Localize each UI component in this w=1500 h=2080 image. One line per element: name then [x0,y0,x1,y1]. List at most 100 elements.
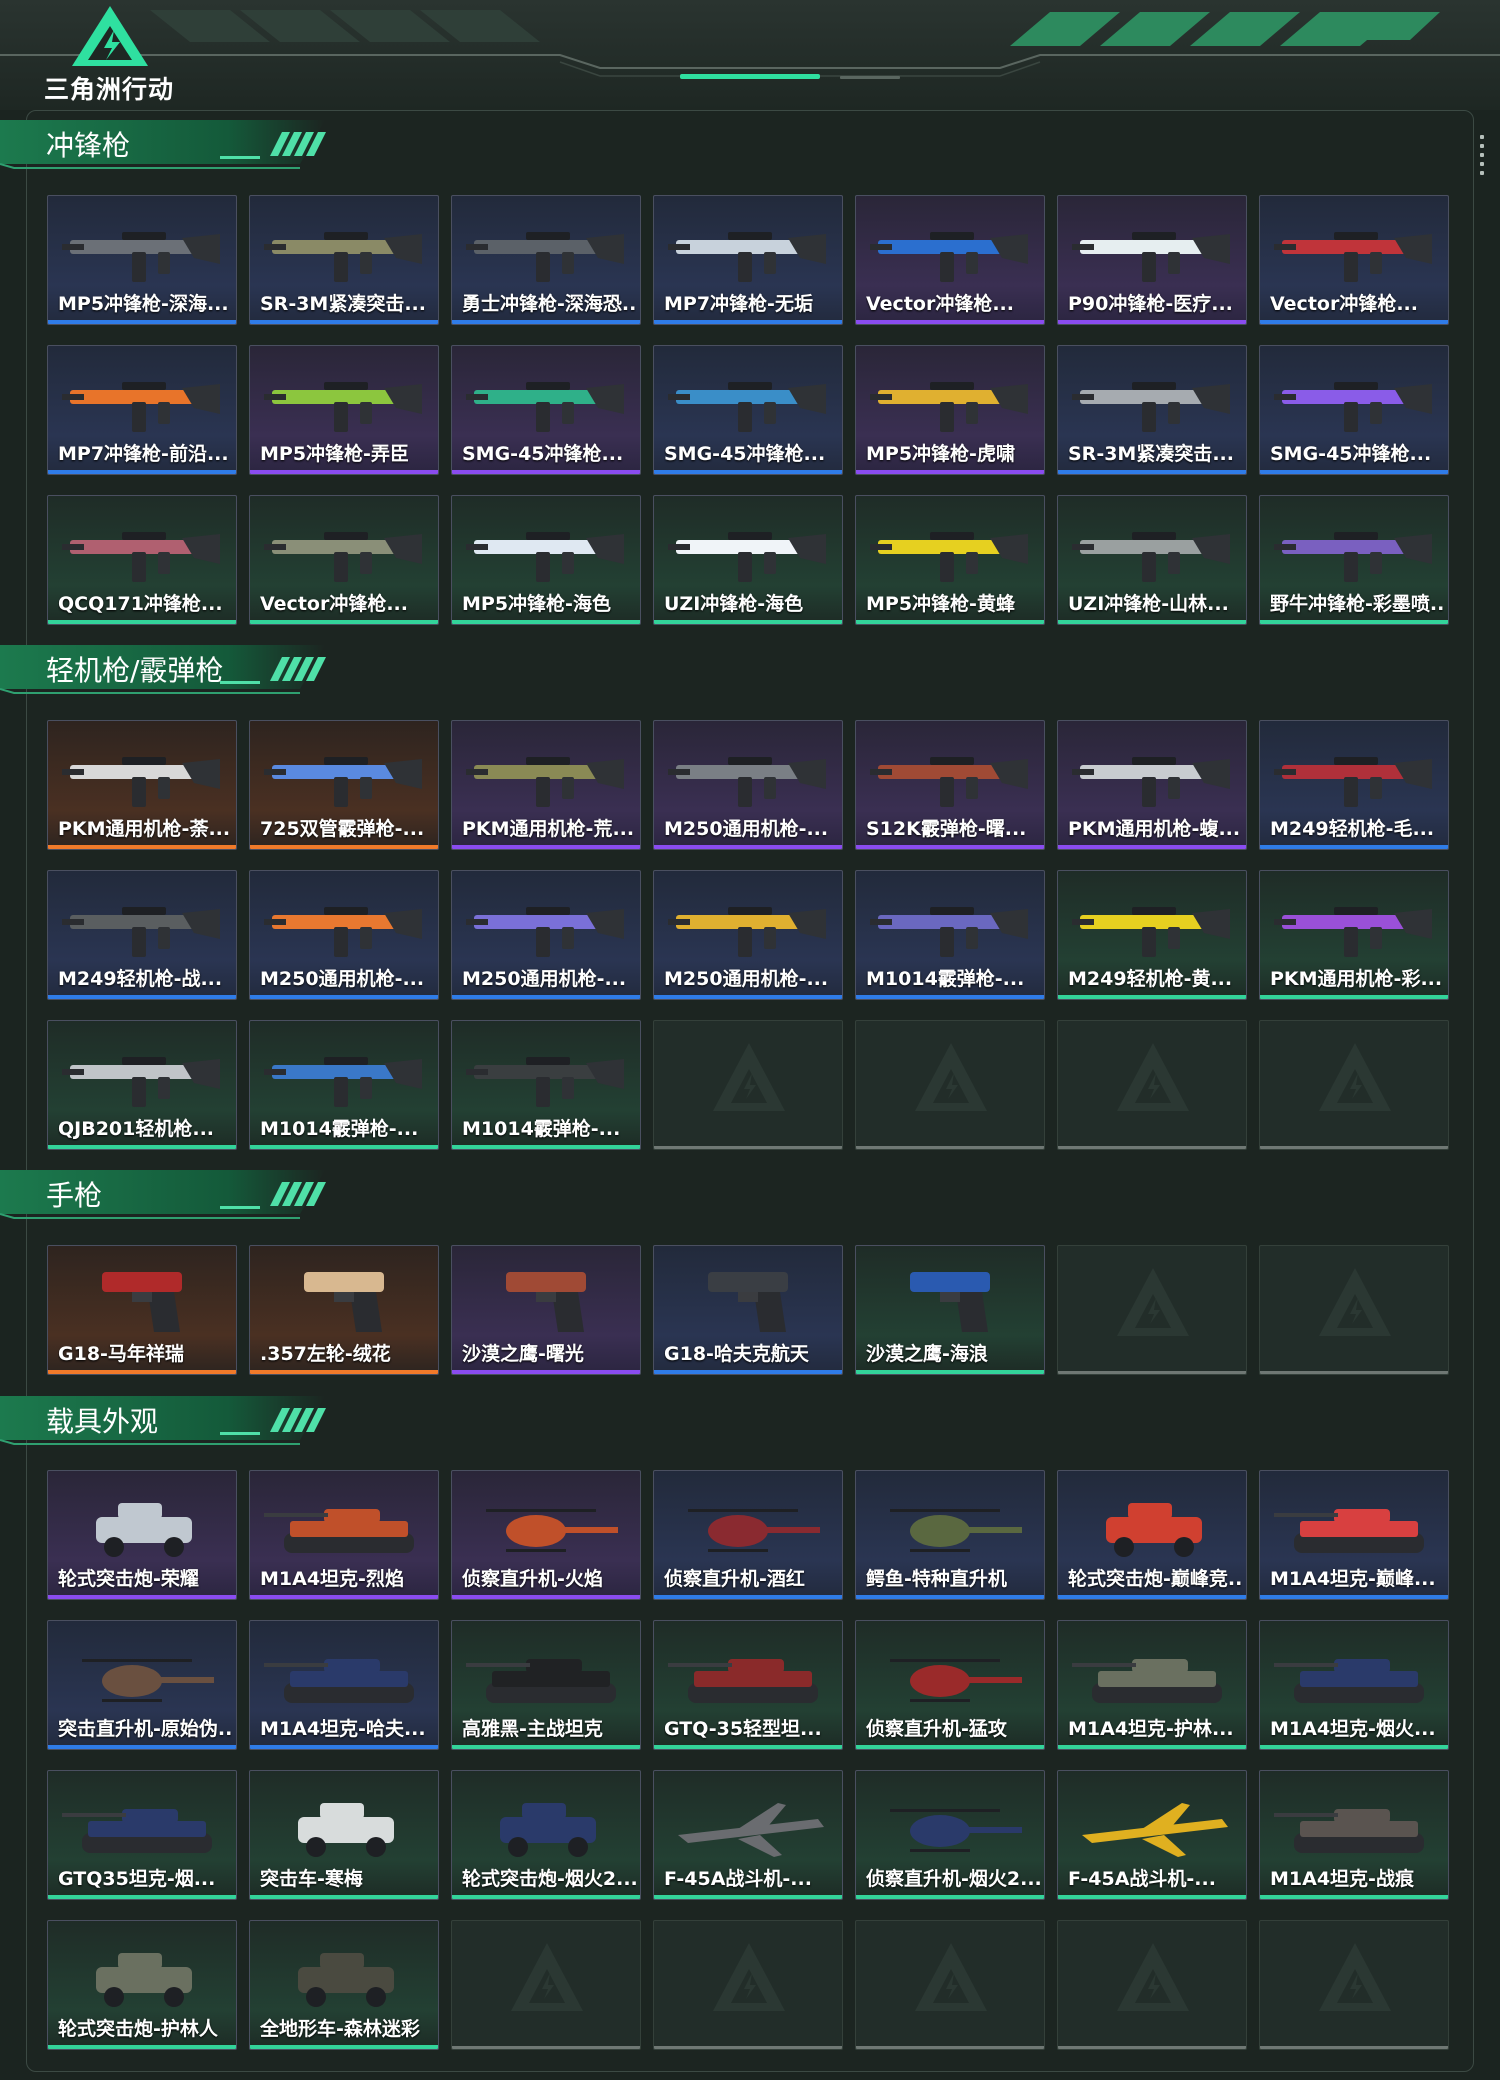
rarity-bar [452,845,640,849]
gun-icon [870,232,1028,282]
skin-card[interactable]: 沙漠之鹰-曙光 [451,1245,641,1375]
skin-card[interactable]: MP5冲锋枪-黄蜂 [855,495,1045,625]
skin-card[interactable]: MP5冲锋枪-虎啸 [855,345,1045,475]
skin-name: M1014霰弹枪-... [866,968,1025,990]
rarity-bar [48,995,236,999]
skin-card[interactable]: SMG-45冲锋枪... [451,345,641,475]
skin-card[interactable]: M1A4坦克-哈夫... [249,1620,439,1750]
skin-card[interactable]: UZI冲锋枪-海色 [653,495,843,625]
skin-card[interactable]: M1014霰弹枪-... [855,870,1045,1000]
tank-icon [1274,1509,1424,1553]
empty-slot [1057,1245,1247,1375]
skin-card[interactable]: M249轻机枪-毛... [1259,720,1449,850]
skin-card[interactable]: M250通用机枪-... [249,870,439,1000]
rarity-bar [654,620,842,624]
skin-card[interactable]: 沙漠之鹰-海浪 [855,1245,1045,1375]
skin-card[interactable]: M1A4坦克-护林... [1057,1620,1247,1750]
rarity-bar [856,2046,1044,2049]
skin-card[interactable]: Vector冲锋枪... [1259,195,1449,325]
skin-card[interactable]: M1A4坦克-烟火... [1259,1620,1449,1750]
skin-card[interactable]: M1A4坦克-战痕 [1259,1770,1449,1900]
gun-icon [1072,382,1230,432]
skin-card[interactable]: 侦察直升机-猛攻 [855,1620,1045,1750]
skin-card[interactable]: 突击直升机-原始伪... [47,1620,237,1750]
skin-card[interactable]: 突击车-寒梅 [249,1770,439,1900]
empty-slot [451,1920,641,2050]
skin-card[interactable]: MP5冲锋枪-深海... [47,195,237,325]
skin-card[interactable]: 轮式突击炮-荣耀 [47,1470,237,1600]
car-icon [96,1953,192,2007]
skin-card[interactable]: F-45A战斗机-... [1057,1770,1247,1900]
skin-card[interactable]: 鳄鱼-特种直升机 [855,1470,1045,1600]
skin-card[interactable]: PKM通用机枪-荒... [451,720,641,850]
scrollbar-handle[interactable] [1480,135,1486,180]
rarity-bar [856,1146,1044,1149]
skin-card[interactable]: G18-马年祥瑞 [47,1245,237,1375]
rarity-bar [856,995,1044,999]
skin-card[interactable]: P90冲锋枪-医疗... [1057,195,1247,325]
skin-name: 侦察直升机-烟火2... [866,1868,1040,1890]
skin-card[interactable]: M250通用机枪-... [653,870,843,1000]
skin-card[interactable]: GTQ35坦克-烟... [47,1770,237,1900]
rarity-bar [452,1370,640,1374]
skin-card[interactable]: PKM通用机枪-荼... [47,720,237,850]
placeholder-logo-icon [713,1043,785,1111]
skin-card[interactable]: 轮式突击炮-护林人 [47,1920,237,2050]
skin-card[interactable]: QJB201轻机枪... [47,1020,237,1150]
skin-card[interactable]: GTQ-35轻型坦... [653,1620,843,1750]
skin-card[interactable]: MP5冲锋枪-海色 [451,495,641,625]
skin-card[interactable]: M1A4坦克-烈焰 [249,1470,439,1600]
skin-name: M1A4坦克-护林... [1068,1718,1234,1740]
skin-card[interactable]: 高雅黑-主战坦克 [451,1620,641,1750]
skin-card[interactable]: Vector冲锋枪... [249,495,439,625]
skin-card[interactable]: M249轻机枪-战... [47,870,237,1000]
rarity-bar [452,1745,640,1749]
skin-card[interactable]: MP5冲锋枪-弄臣 [249,345,439,475]
skin-card[interactable]: 侦察直升机-酒红 [653,1470,843,1600]
skin-card[interactable]: M250通用机枪-... [653,720,843,850]
skin-card[interactable]: S12K霰弹枪-曙... [855,720,1045,850]
skin-card[interactable]: SR-3M紧凑突击... [1057,345,1247,475]
skin-name: M1014霰弹枪-... [462,1118,621,1140]
skin-card[interactable]: 侦察直升机-火焰 [451,1470,641,1600]
skin-card[interactable]: 野牛冲锋枪-彩墨喷... [1259,495,1449,625]
skin-card[interactable]: SMG-45冲锋枪... [653,345,843,475]
skin-card[interactable]: 全地形车-森林迷彩 [249,1920,439,2050]
skin-card[interactable]: F-45A战斗机-... [653,1770,843,1900]
skin-card[interactable]: PKM通用机枪-彩... [1259,870,1449,1000]
skin-card[interactable]: M249轻机枪-黄... [1057,870,1247,1000]
gun-icon [668,757,826,807]
skin-card[interactable]: M1014霰弹枪-... [249,1020,439,1150]
skin-card[interactable]: M250通用机枪-... [451,870,641,1000]
skin-name: M1A4坦克-战痕 [1270,1868,1414,1890]
rarity-bar [1260,470,1448,474]
skin-card[interactable]: M1A4坦克-巅峰... [1259,1470,1449,1600]
skin-card[interactable]: SMG-45冲锋枪... [1259,345,1449,475]
skin-card[interactable]: Vector冲锋枪... [855,195,1045,325]
skin-name: PKM通用机枪-彩... [1270,968,1443,990]
skin-card[interactable]: 勇士冲锋枪-深海恐... [451,195,641,325]
skin-card[interactable]: MP7冲锋枪-前沿... [47,345,237,475]
skin-card[interactable]: G18-哈夫克航天 [653,1245,843,1375]
skin-card[interactable]: QCQ171冲锋枪... [47,495,237,625]
rarity-bar [250,1895,438,1899]
skin-card[interactable]: SR-3M紧凑突击... [249,195,439,325]
skin-card[interactable]: M1014霰弹枪-... [451,1020,641,1150]
skin-card[interactable]: 侦察直升机-烟火2... [855,1770,1045,1900]
skin-name: UZI冲锋枪-山林... [1068,593,1229,615]
skin-card[interactable]: MP7冲锋枪-无垢 [653,195,843,325]
skin-card[interactable]: UZI冲锋枪-山林... [1057,495,1247,625]
rarity-bar [1058,1895,1246,1899]
rarity-bar [452,995,640,999]
empty-slot [653,1920,843,2050]
skin-card[interactable]: 轮式突击炮-巅峰竞... [1057,1470,1247,1600]
skin-card[interactable]: 轮式突击炮-烟火2... [451,1770,641,1900]
skin-card[interactable]: 725双管霰弹枪-... [249,720,439,850]
gun-icon [1072,907,1230,957]
gun-icon [264,907,422,957]
skin-card[interactable]: PKM通用机枪-蝮... [1057,720,1247,850]
skin-card[interactable]: .357左轮-绒花 [249,1245,439,1375]
rarity-bar [250,620,438,624]
gun-icon [466,757,624,807]
placeholder-logo-icon [713,1943,785,2011]
